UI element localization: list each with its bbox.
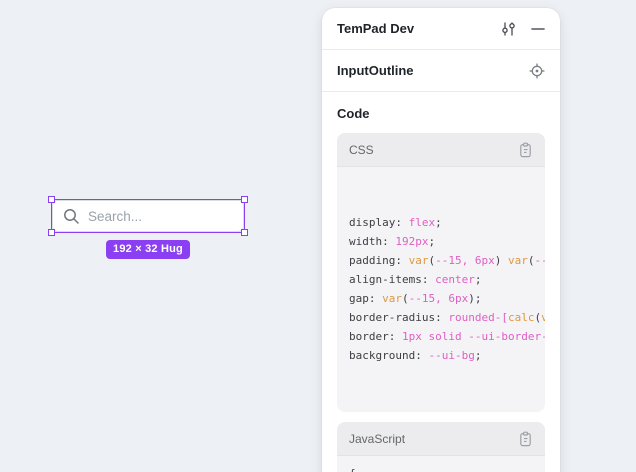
component-row: InputOutline <box>322 50 560 92</box>
js-code-block: JavaScript { display: 'flex', width: '19… <box>337 422 545 472</box>
target-icon[interactable] <box>529 63 545 79</box>
selection-handle-top-right[interactable] <box>241 196 248 203</box>
selection-handle-top-left[interactable] <box>48 196 55 203</box>
dimensions-badge: 192 × 32 Hug <box>106 240 190 259</box>
copy-icon[interactable] <box>518 431 533 447</box>
selected-element[interactable]: Search... 192 × 32 Hug <box>52 200 244 232</box>
panel-header: TemPad Dev <box>322 8 560 50</box>
js-block-title: JavaScript <box>349 432 405 446</box>
search-icon <box>63 208 80 225</box>
js-code[interactable]: { display: 'flex', width: '192px', paddi… <box>337 456 545 472</box>
js-block-header: JavaScript <box>337 422 545 456</box>
search-input[interactable]: Search... <box>52 200 244 232</box>
code-section-label: Code <box>337 106 545 121</box>
css-code[interactable]: display: flex;width: 192px;padding: var(… <box>337 167 545 412</box>
css-block-title: CSS <box>349 143 374 157</box>
copy-icon[interactable] <box>518 142 533 158</box>
panel-title: TemPad Dev <box>337 21 500 36</box>
horizontal-scrollbar[interactable] <box>339 403 543 409</box>
tempad-dev-panel: TemPad Dev InputOutline <box>322 8 560 472</box>
search-placeholder: Search... <box>88 209 142 224</box>
selection-handle-bottom-left[interactable] <box>48 229 55 236</box>
css-code-block: CSS display: flex;width: 192px;padding: … <box>337 133 545 412</box>
css-block-header: CSS <box>337 133 545 167</box>
selection-handle-bottom-right[interactable] <box>241 229 248 236</box>
component-name: InputOutline <box>337 63 529 78</box>
sliders-icon[interactable] <box>500 21 517 37</box>
minimize-icon[interactable] <box>531 21 545 37</box>
